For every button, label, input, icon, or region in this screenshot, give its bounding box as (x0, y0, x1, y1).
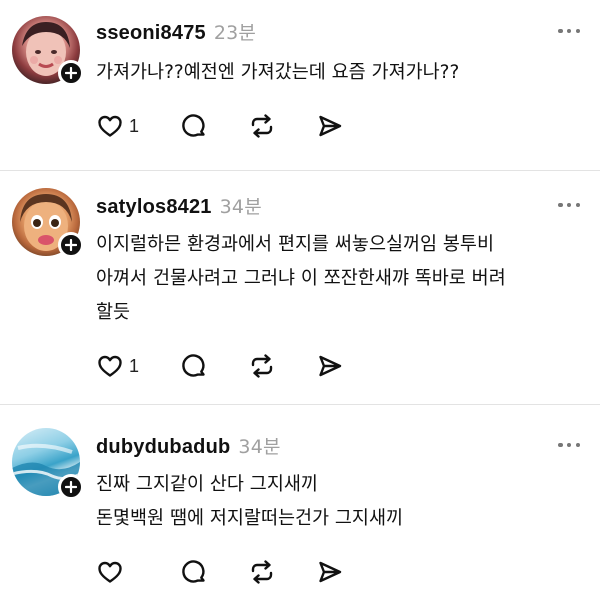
post-content: 진짜 그지같이 산다 그지새끼 돈몇백원 땜에 저지랄떠는건가 그지새끼 (96, 468, 586, 536)
content-line: 아껴서 건물사려고 그러냐 이 쪼잔한새꺄 똑바로 버려 (96, 268, 506, 289)
heart-icon (98, 561, 122, 583)
username[interactable]: sseoni8475 23분 (96, 18, 256, 45)
content-line: 할듯 (96, 302, 131, 323)
repost-icon (251, 354, 273, 378)
repost-icon (251, 114, 273, 138)
username-text[interactable]: satylos8421 (96, 196, 212, 218)
heart-icon (98, 115, 122, 137)
username[interactable]: dubydubadub 34분 (96, 432, 281, 459)
like-button[interactable]: 1 (96, 350, 180, 382)
post: sseoni8475 23분 가져가나??예전엔 가져갔는데 요즘 가져가나?? … (0, 0, 600, 170)
share-button[interactable] (316, 556, 344, 588)
post: satylos8421 34분 이지럴하믄 환경과에서 편지를 써놓으실꺼임 봉투… (0, 172, 600, 404)
heart-icon (98, 355, 122, 377)
post-time: 34분 (219, 196, 262, 218)
follow-button[interactable] (58, 60, 84, 86)
repost-button[interactable] (248, 556, 316, 588)
username-text[interactable]: dubydubadub (96, 436, 230, 458)
plus-icon (65, 481, 77, 493)
more-dots-icon[interactable] (558, 442, 580, 448)
follow-button[interactable] (58, 474, 84, 500)
more-dots-icon[interactable] (558, 202, 580, 208)
post-time: 23분 (213, 22, 257, 44)
plus-icon (65, 67, 77, 79)
send-icon (319, 561, 342, 583)
repost-button[interactable] (248, 110, 316, 142)
repost-icon (251, 560, 273, 584)
comment-bubble-icon (182, 354, 205, 377)
more-dots-icon[interactable] (558, 28, 580, 34)
plus-icon (65, 239, 77, 251)
like-button[interactable] (96, 556, 180, 588)
reply-button[interactable] (180, 556, 248, 588)
divider (0, 404, 600, 405)
repost-button[interactable] (248, 350, 316, 382)
action-bar: 1 (96, 350, 344, 382)
post-content: 가져가나??예전엔 가져갔는데 요즘 가져가나?? (96, 56, 586, 90)
post-content: 이지럴하믄 환경과에서 편지를 써놓으실꺼임 봉투비 아껴서 건물사려고 그러냐… (96, 228, 586, 330)
comment-bubble-icon (182, 560, 205, 583)
divider (0, 170, 600, 171)
action-bar (96, 556, 344, 588)
content-line: 돈몇백원 땜에 저지랄떠는건가 그지새끼 (96, 508, 403, 529)
send-icon (319, 355, 342, 377)
content-line: 진짜 그지같이 산다 그지새끼 (96, 474, 318, 495)
like-count: 1 (129, 115, 140, 136)
send-icon (319, 115, 342, 137)
content-line: 가져가나??예전엔 가져갔는데 요즘 가져가나?? (96, 62, 460, 83)
share-button[interactable] (316, 350, 344, 382)
username-text[interactable]: sseoni8475 (96, 22, 206, 44)
reply-button[interactable] (180, 110, 248, 142)
action-bar: 1 (96, 110, 344, 142)
reply-button[interactable] (180, 350, 248, 382)
comment-bubble-icon (182, 114, 205, 137)
follow-button[interactable] (58, 232, 84, 258)
like-button[interactable]: 1 (96, 110, 180, 142)
post: dubydubadub 34분 진짜 그지같이 산다 그지새끼 돈몇백원 땜에 저… (0, 406, 600, 600)
content-line: 이지럴하믄 환경과에서 편지를 써놓으실꺼임 봉투비 (96, 234, 494, 255)
username[interactable]: satylos8421 34분 (96, 192, 262, 219)
share-button[interactable] (316, 110, 344, 142)
like-count: 1 (129, 355, 140, 376)
post-time: 34분 (238, 436, 281, 458)
